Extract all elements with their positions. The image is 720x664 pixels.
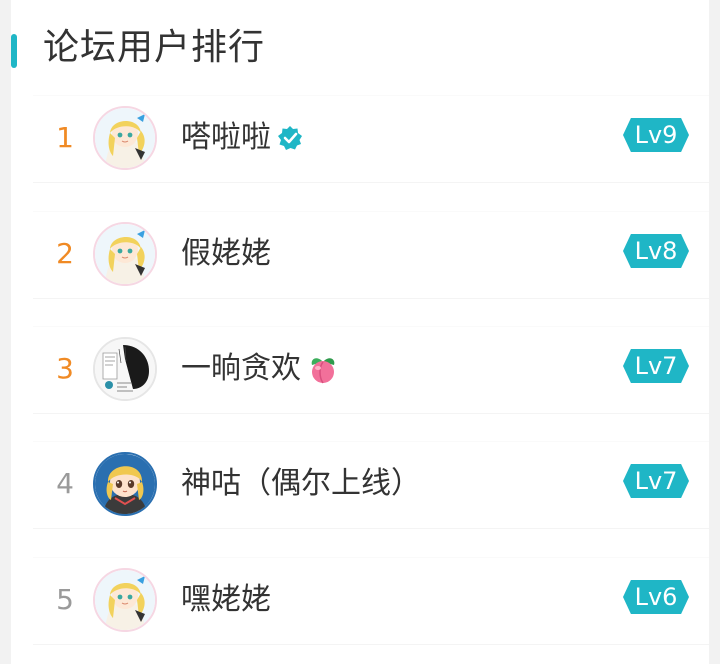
rank-number: 2 xyxy=(56,237,74,270)
verified-check-icon xyxy=(277,125,303,151)
anime-girl-avatar-icon xyxy=(95,224,155,284)
ranking-row[interactable]: 5 嘿姥姥 Lv6 xyxy=(33,558,709,644)
user-name[interactable]: 一晌贪欢 xyxy=(181,349,301,389)
manga-sketch-avatar-icon xyxy=(95,339,155,399)
user-name[interactable]: 嘿姥姥 xyxy=(181,580,271,620)
ranking-row[interactable]: 3 一晌贪欢 Lv7 xyxy=(33,327,709,413)
user-name-wrap: 嗒啦啦 xyxy=(181,116,303,160)
user-name-wrap: 假姥姥 xyxy=(181,232,271,276)
user-avatar[interactable] xyxy=(93,222,157,286)
rank-number: 1 xyxy=(56,121,74,154)
user-name[interactable]: 神咕（偶尔上线） xyxy=(181,464,421,504)
level-badge: Lv6 xyxy=(623,580,689,614)
forum-ranking-card: 论坛用户排行 1 嗒啦啦 Lv9 2 假姥姥 Lv8 3 一晌贪欢 Lv7 4 … xyxy=(11,0,709,664)
user-avatar[interactable] xyxy=(93,106,157,170)
section-header: 论坛用户排行 xyxy=(11,20,709,76)
user-name-wrap: 嘿姥姥 xyxy=(181,578,271,622)
section-title: 论坛用户排行 xyxy=(43,27,266,68)
accent-bar xyxy=(11,34,17,68)
level-badge: Lv7 xyxy=(623,349,689,383)
user-avatar[interactable] xyxy=(93,568,157,632)
chibi-girl-avatar-icon xyxy=(95,454,155,514)
user-name-wrap: 一晌贪欢 xyxy=(181,347,339,391)
anime-girl-avatar-icon xyxy=(95,108,155,168)
user-avatar[interactable] xyxy=(93,337,157,401)
level-badge: Lv8 xyxy=(623,234,689,268)
anime-girl-avatar-icon xyxy=(95,570,155,630)
ranking-row[interactable]: 2 假姥姥 Lv8 xyxy=(33,212,709,298)
ranking-row[interactable]: 1 嗒啦啦 Lv9 xyxy=(33,96,709,182)
user-name[interactable]: 假姥姥 xyxy=(181,234,271,274)
rank-number: 3 xyxy=(56,352,74,385)
user-name[interactable]: 嗒啦啦 xyxy=(181,118,271,158)
user-name-wrap: 神咕（偶尔上线） xyxy=(181,462,421,506)
peach-icon xyxy=(307,353,339,385)
level-badge: Lv9 xyxy=(623,118,689,152)
user-avatar[interactable] xyxy=(93,452,157,516)
rank-number: 4 xyxy=(56,467,74,500)
ranking-row[interactable]: 4 神咕（偶尔上线） Lv7 xyxy=(33,442,709,528)
rank-number: 5 xyxy=(56,583,74,616)
level-badge: Lv7 xyxy=(623,464,689,498)
